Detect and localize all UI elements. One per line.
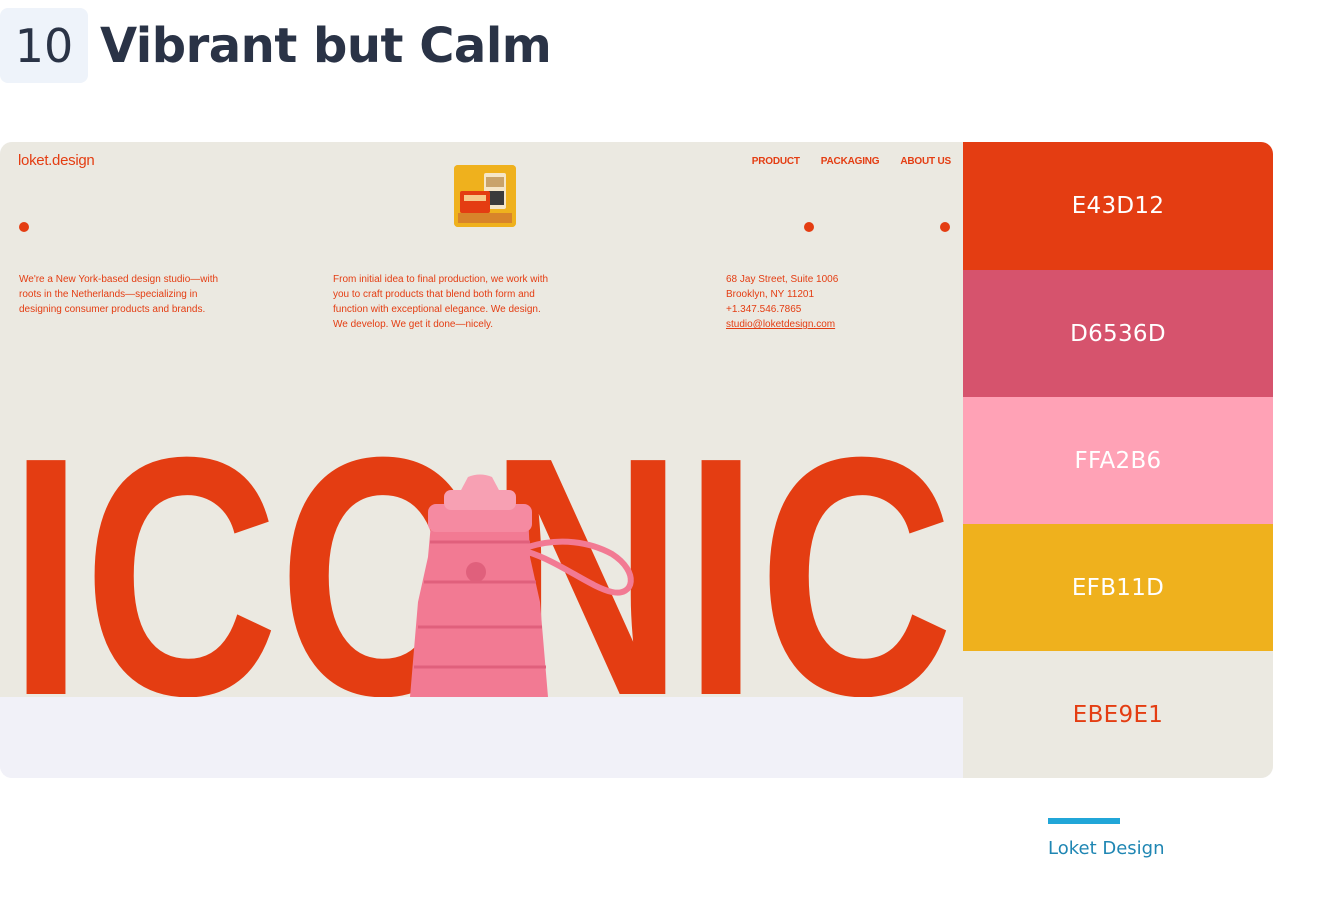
marker-dot — [804, 222, 814, 232]
swatch-hex: E43D12 — [1071, 193, 1165, 219]
color-palette: E43D12 D6536D FFA2B6 EFB11D EBE9E1 — [963, 142, 1273, 778]
website-screenshot: loket.design PRODUCT PACKAGING ABOUT US … — [0, 142, 963, 697]
nav-packaging[interactable]: PACKAGING — [821, 156, 880, 167]
swatch-hex: EBE9E1 — [1072, 701, 1164, 728]
swatch-1[interactable]: E43D12 — [963, 142, 1273, 270]
nav-about-us[interactable]: ABOUT US — [900, 156, 951, 167]
section-number: 10 — [0, 8, 88, 83]
product-thumbnail — [454, 165, 516, 227]
swatch-4[interactable]: EFB11D — [963, 524, 1273, 651]
credit: Loket Design — [1048, 818, 1165, 859]
palette-card: loket.design PRODUCT PACKAGING ABOUT US … — [0, 142, 1273, 778]
process-text: From initial idea to final production, w… — [333, 274, 549, 330]
swatch-hex: D6536D — [1070, 320, 1166, 347]
site-nav: PRODUCT PACKAGING ABOUT US — [752, 156, 951, 167]
contact-info: 68 Jay Street, Suite 1006 Brooklyn, NY 1… — [726, 272, 926, 332]
swatch-hex: FFA2B6 — [1074, 447, 1162, 474]
marker-dot — [940, 222, 950, 232]
intro-text: We're a New York-based design studio—wit… — [19, 274, 219, 315]
screenshot-footer-space — [0, 697, 963, 778]
email-link[interactable]: studio@loketdesign.com — [726, 317, 926, 332]
hero-iconic-graphic: ICONIC — [9, 432, 954, 697]
marker-dot — [19, 222, 29, 232]
section-heading: 10 Vibrant but Calm — [0, 8, 552, 83]
credit-accent-bar — [1048, 818, 1120, 824]
nav-product[interactable]: PRODUCT — [752, 156, 800, 167]
site-logo: loket.design — [18, 152, 95, 169]
swatch-hex: EFB11D — [1071, 574, 1165, 601]
swatch-3[interactable]: FFA2B6 — [963, 397, 1273, 524]
swatch-2[interactable]: D6536D — [963, 270, 1273, 397]
swatch-5[interactable]: EBE9E1 — [963, 651, 1273, 778]
section-title: Vibrant but Calm — [100, 17, 552, 74]
credit-link[interactable]: Loket Design — [1048, 838, 1165, 859]
